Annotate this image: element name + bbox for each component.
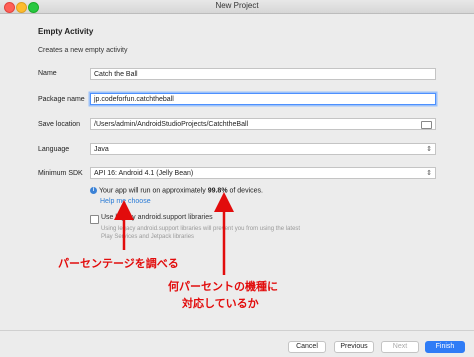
cancel-button[interactable]: Cancel xyxy=(288,341,326,353)
annotation-device-note-line1: 何パーセントの機種に xyxy=(168,281,278,293)
next-button[interactable]: Next xyxy=(381,341,419,353)
annotation-device-note-line2: 対応しているか xyxy=(182,298,259,310)
annotation-percentage-note: パーセンテージを調べる xyxy=(58,258,179,270)
finish-button[interactable]: Finish xyxy=(425,341,465,353)
previous-button[interactable]: Previous xyxy=(334,341,374,353)
